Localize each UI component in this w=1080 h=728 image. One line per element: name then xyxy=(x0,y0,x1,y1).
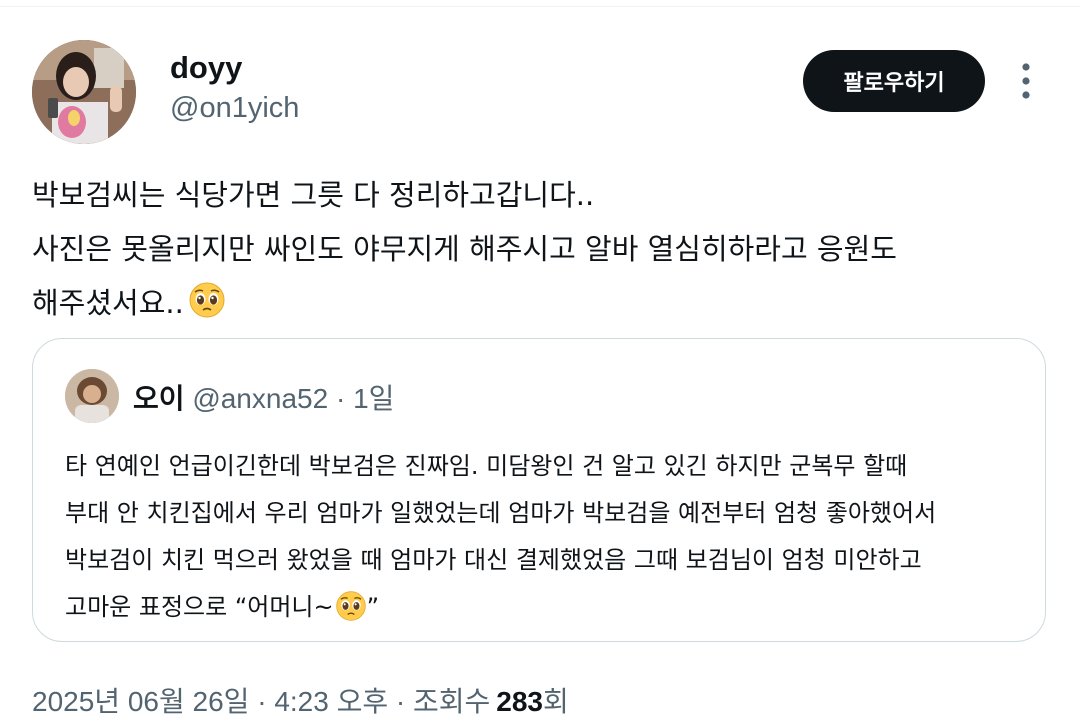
quoted-tweet-card[interactable]: 오이 @anxna52 · 1일 타 연예인 언급이긴한데 박보검은 진짜임. … xyxy=(32,338,1046,642)
follow-button[interactable]: 팔로우하기 xyxy=(803,50,985,112)
separator-dot: · xyxy=(257,686,267,717)
quoted-author-avatar[interactable] xyxy=(65,369,119,423)
separator-dot: · xyxy=(335,383,346,414)
quoted-author-name: 오이 xyxy=(133,383,185,414)
tweet-line-text: 해주셨서요.. xyxy=(32,286,184,320)
tweet-line: 박보검씨는 식당가면 그릇 다 정리하고갑니다.. xyxy=(32,178,595,212)
quote-line-text: 고마운 표정으로 “어머니~ xyxy=(65,593,334,621)
views-count: 283 xyxy=(496,686,543,717)
tweet-time[interactable]: 4:23 오후 xyxy=(274,686,388,717)
pleading-face-emoji-icon xyxy=(335,590,367,638)
quoted-tweet-time: 1일 xyxy=(353,383,395,414)
views-label: 조회수 xyxy=(413,686,491,717)
tweet-date[interactable]: 2025년 06월 26일 xyxy=(32,686,249,717)
quote-line-last: 고마운 표정으로 “어머니~ ” xyxy=(65,584,1025,638)
views-unit: 회 xyxy=(543,686,569,717)
quote-line: 부대 안 치킨집에서 우리 엄마가 일했었는데 엄마가 박보검을 예전부터 엄청… xyxy=(65,499,937,527)
quote-line: 타 연예인 언급이긴한데 박보검은 진짜임. 미담왕인 건 알고 있긴 하지만 … xyxy=(65,452,908,480)
tweet-line: 사진은 못올리지만 싸인도 야무지게 해주시고 알바 열심히하라고 응원도 xyxy=(32,232,897,266)
quoted-tweet-header: 오이 @anxna52 · 1일 xyxy=(133,377,394,417)
top-divider xyxy=(0,6,1080,7)
author-avatar[interactable] xyxy=(32,40,136,144)
author-name[interactable]: doyy xyxy=(170,50,242,86)
tweet-text: 박보검씨는 식당가면 그릇 다 정리하고갑니다.. 사진은 못올리지만 싸인도 … xyxy=(32,168,1042,336)
tweet-meta: 2025년 06월 26일 · 4:23 오후 · 조회수 283회 xyxy=(32,680,569,720)
author-handle[interactable]: @on1yich xyxy=(170,92,299,125)
quote-line: 박보검이 치킨 먹으러 왔었을 때 엄마가 대신 결제했었음 그때 보검님이 엄… xyxy=(65,546,922,574)
quoted-author-handle: @anxna52 xyxy=(192,383,329,414)
separator-dot: · xyxy=(395,686,406,717)
closing-quote-mark: ” xyxy=(366,593,380,621)
quoted-tweet-text: 타 연예인 언급이긴한데 박보검은 진짜임. 미담왕인 건 알고 있긴 하지만 … xyxy=(65,443,1025,638)
pleading-face-emoji-icon xyxy=(188,281,226,336)
more-options-icon[interactable] xyxy=(1014,60,1038,102)
tweet-line-last: 해주셨서요.. xyxy=(32,276,1042,336)
